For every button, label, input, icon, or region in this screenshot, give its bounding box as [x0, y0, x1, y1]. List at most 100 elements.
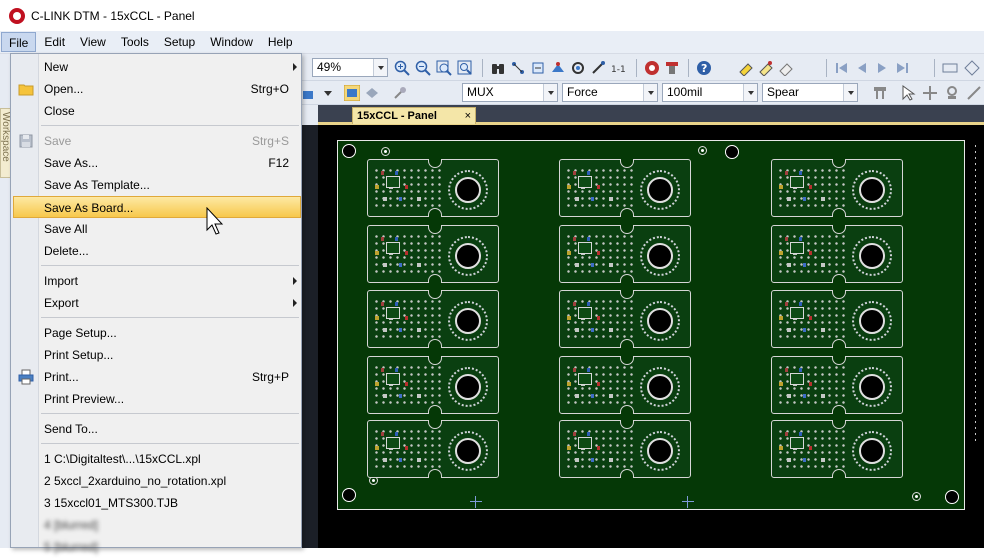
pcb-unit[interactable] [559, 159, 691, 217]
floppy-disk-icon [19, 134, 33, 148]
pcb-unit[interactable] [771, 225, 903, 283]
menu-item-send-to[interactable]: Send To... [13, 418, 301, 440]
menu-item-label: Page Setup... [44, 326, 117, 340]
find-via-icon[interactable] [570, 60, 586, 76]
recent-file-3[interactable]: 3 15xccl01_MTS300.TJB [13, 492, 301, 514]
menu-item-print-setup[interactable]: Print Setup... [13, 344, 301, 366]
highlight-icon[interactable] [738, 60, 754, 76]
menu-item-open[interactable]: Open... Strg+O [13, 78, 301, 100]
recent-file-4[interactable]: 4 [blurred] [13, 514, 301, 536]
panel-board[interactable] [337, 140, 965, 510]
recent-file-label: 1 C:\Digitaltest\...\15xCCL.xpl [44, 452, 201, 466]
shortcut-label: F12 [268, 156, 289, 170]
probe-icon[interactable] [872, 85, 888, 101]
menu-item-page-setup[interactable]: Page Setup... [13, 322, 301, 344]
pcb-unit[interactable] [771, 290, 903, 348]
menu-item-delete[interactable]: Delete... [13, 240, 301, 262]
menu-item-new[interactable]: New [13, 56, 301, 78]
find-testpoint-icon[interactable] [590, 60, 606, 76]
recent-file-5[interactable]: 5 [blurred] [13, 536, 301, 558]
toolbar-separator [688, 59, 689, 77]
eraser-icon[interactable] [778, 60, 794, 76]
zoom-in-icon[interactable] [394, 60, 410, 76]
force-combo[interactable]: Force [562, 83, 658, 102]
pcb-unit[interactable] [367, 159, 499, 217]
shortcut-label: Strg+O [250, 82, 289, 96]
pcb-unit[interactable] [367, 420, 499, 478]
view-mode-icon[interactable] [364, 85, 380, 101]
menu-window[interactable]: Window [203, 32, 260, 52]
chevron-down-icon[interactable] [843, 84, 857, 101]
mark-icon[interactable] [758, 60, 774, 76]
tab-15xccl-panel[interactable]: 15xCCL - Panel × [352, 107, 476, 124]
tools-icon[interactable] [664, 60, 680, 76]
menu-item-label: Send To... [44, 422, 98, 436]
menu-item-save-as-board[interactable]: Save As Board... [13, 196, 301, 218]
pointer-icon[interactable] [900, 85, 916, 101]
zoom-combo[interactable]: 49% [312, 58, 388, 77]
menu-item-save-all[interactable]: Save All [13, 218, 301, 240]
menu-item-save-as-template[interactable]: Save As Template... [13, 174, 301, 196]
last-icon[interactable] [894, 60, 910, 76]
rectangle-icon[interactable] [942, 60, 958, 76]
pin-select-icon[interactable] [392, 85, 408, 101]
board-select-icon[interactable] [344, 85, 360, 101]
menu-item-save[interactable]: Save Strg+S [13, 130, 301, 152]
zoom-out-icon[interactable] [415, 60, 431, 76]
diamond-icon[interactable] [964, 60, 980, 76]
grid-combo[interactable]: 100mil [662, 83, 758, 102]
pcb-unit[interactable] [559, 225, 691, 283]
chevron-down-icon[interactable] [543, 84, 557, 101]
find-part-icon[interactable] [530, 60, 546, 76]
recent-file-label: 4 [blurred] [44, 518, 99, 532]
route-icon[interactable] [966, 85, 982, 101]
arrow-down-icon[interactable] [320, 85, 336, 101]
menu-item-print[interactable]: Print... Strg+P [13, 366, 301, 388]
first-icon[interactable] [834, 60, 850, 76]
probe-combo[interactable]: Spear [762, 83, 858, 102]
menu-separator [41, 317, 299, 318]
pcb-unit[interactable] [771, 420, 903, 478]
recent-file-2[interactable]: 2 5xccl_2xarduino_no_rotation.xpl [13, 470, 301, 492]
chevron-down-icon[interactable] [373, 59, 387, 76]
previous-icon[interactable] [854, 60, 870, 76]
binoculars-icon[interactable] [490, 60, 506, 76]
chevron-down-icon[interactable] [743, 84, 757, 101]
close-icon[interactable]: × [465, 108, 471, 124]
chevron-down-icon[interactable] [643, 84, 657, 101]
zoom-window-icon[interactable] [436, 60, 452, 76]
find-net-icon[interactable] [510, 60, 526, 76]
menu-item-print-preview[interactable]: Print Preview... [13, 388, 301, 410]
pcb-unit[interactable] [771, 159, 903, 217]
menu-item-close[interactable]: Close [13, 100, 301, 122]
help-icon[interactable]: ? [696, 60, 712, 76]
menu-view[interactable]: View [73, 32, 113, 52]
add-testpoint-icon[interactable] [922, 85, 938, 101]
menu-setup[interactable]: Setup [157, 32, 202, 52]
zoom-fit-icon[interactable] [457, 60, 473, 76]
menu-item-save-as[interactable]: Save As... F12 [13, 152, 301, 174]
pcb-unit[interactable] [771, 356, 903, 414]
pcb-unit[interactable] [559, 420, 691, 478]
pcb-unit[interactable] [367, 290, 499, 348]
menu-tools[interactable]: Tools [114, 32, 156, 52]
menu-edit[interactable]: Edit [37, 32, 72, 52]
move-icon[interactable] [944, 85, 960, 101]
menu-item-import[interactable]: Import [13, 270, 301, 292]
menu-item-export[interactable]: Export [13, 292, 301, 314]
layer-icon[interactable] [302, 85, 318, 101]
recent-file-1[interactable]: 1 C:\Digitaltest\...\15xCCL.xpl [13, 448, 301, 470]
record-icon[interactable] [644, 60, 660, 76]
next-icon[interactable] [874, 60, 890, 76]
menu-help[interactable]: Help [261, 32, 300, 52]
menu-file[interactable]: File [1, 32, 37, 52]
pcb-unit[interactable] [559, 356, 691, 414]
find-pin-icon[interactable] [550, 60, 566, 76]
mux-combo[interactable]: MUX [462, 83, 558, 102]
pcb-unit[interactable] [367, 225, 499, 283]
fiducial [381, 147, 390, 156]
pcb-unit[interactable] [367, 356, 499, 414]
pin-number-icon[interactable]: 1-13 [610, 60, 626, 76]
pcb-unit[interactable] [559, 290, 691, 348]
tab-title: 15xCCL - Panel [357, 110, 437, 122]
